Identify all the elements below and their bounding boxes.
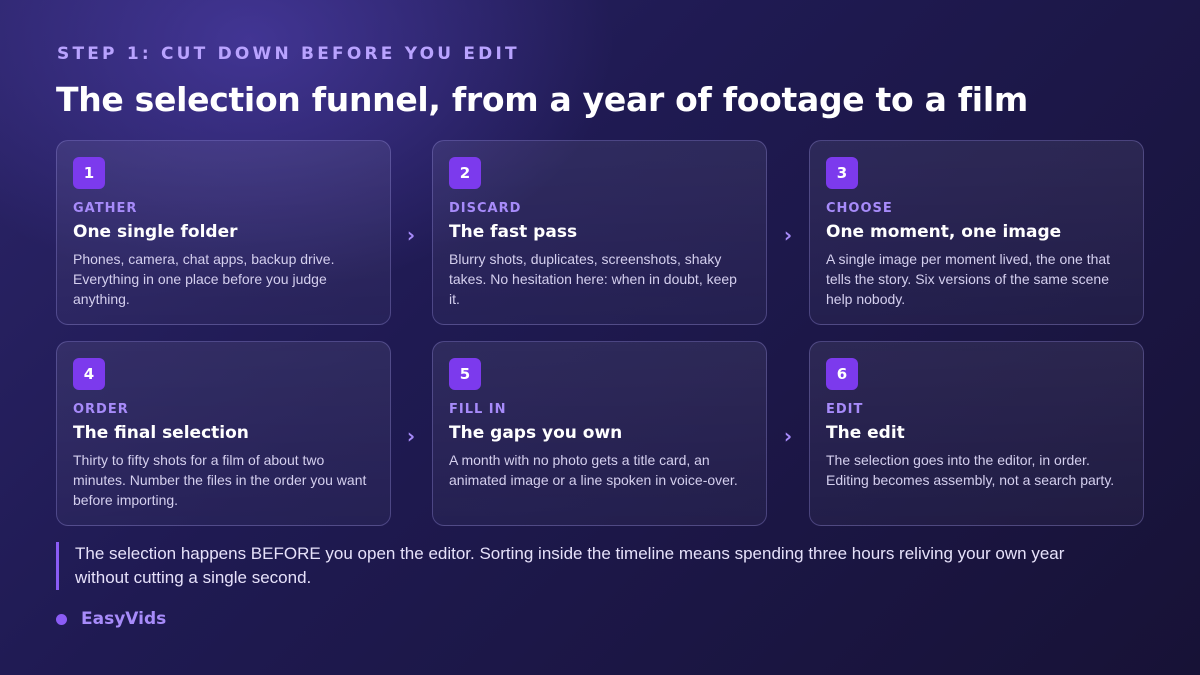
step-description: A month with no photo gets a title card,… — [449, 452, 738, 488]
step-number-badge: 4 — [73, 358, 105, 390]
step-description: Blurry shots, duplicates, screenshots, s… — [449, 251, 737, 307]
step-number-badge: 3 — [826, 157, 858, 189]
step-card-order: 4 ORDER The final selection Thirty to fi… — [56, 341, 391, 526]
step-label: DISCARD — [449, 201, 522, 216]
step-card-discard: 2 DISCARD The fast pass Blurry shots, du… — [432, 140, 767, 325]
step-heading: One moment, one image — [826, 222, 1062, 242]
step-heading: One single folder — [73, 222, 238, 242]
step-description: Thirty to fifty shots for a film of abou… — [73, 452, 367, 508]
step-number-badge: 5 — [449, 358, 481, 390]
callout-note: The selection happens BEFORE you open th… — [56, 542, 1096, 590]
step-description: Phones, camera, chat apps, backup drive.… — [73, 251, 335, 307]
step-card-gather: 1 GATHER One single folder Phones, camer… — [56, 140, 391, 325]
step-label: CHOOSE — [826, 201, 893, 216]
brand-name: EasyVids — [81, 609, 167, 629]
step-label: EDIT — [826, 402, 864, 417]
chevron-right-icon: › — [406, 223, 416, 247]
step-heading: The fast pass — [449, 222, 578, 242]
step-label: ORDER — [73, 402, 129, 417]
step-card-choose: 3 CHOOSE One moment, one image A single … — [809, 140, 1144, 325]
chevron-right-icon: › — [406, 424, 416, 448]
step-number-badge: 1 — [73, 157, 105, 189]
page-title: The selection funnel, from a year of foo… — [56, 80, 1028, 119]
step-heading: The final selection — [73, 423, 249, 443]
brand-dot-icon — [56, 613, 67, 625]
step-description: A single image per moment lived, the one… — [826, 251, 1111, 307]
chevron-right-icon: › — [783, 424, 793, 448]
step-heading: The edit — [826, 423, 905, 443]
step-label: FILL IN — [449, 402, 507, 417]
eyebrow-text: STEP 1: CUT DOWN BEFORE YOU EDIT — [57, 44, 520, 64]
step-number-badge: 2 — [449, 157, 481, 189]
step-label: GATHER — [73, 201, 138, 216]
step-number-badge: 6 — [826, 358, 858, 390]
brand: EasyVids — [56, 609, 166, 629]
step-card-edit: 6 EDIT The edit The selection goes into … — [809, 341, 1144, 526]
step-description: The selection goes into the editor, in o… — [826, 452, 1115, 488]
step-heading: The gaps you own — [449, 423, 623, 443]
step-card-fill-in: 5 FILL IN The gaps you own A month with … — [432, 341, 767, 526]
chevron-right-icon: › — [783, 223, 793, 247]
